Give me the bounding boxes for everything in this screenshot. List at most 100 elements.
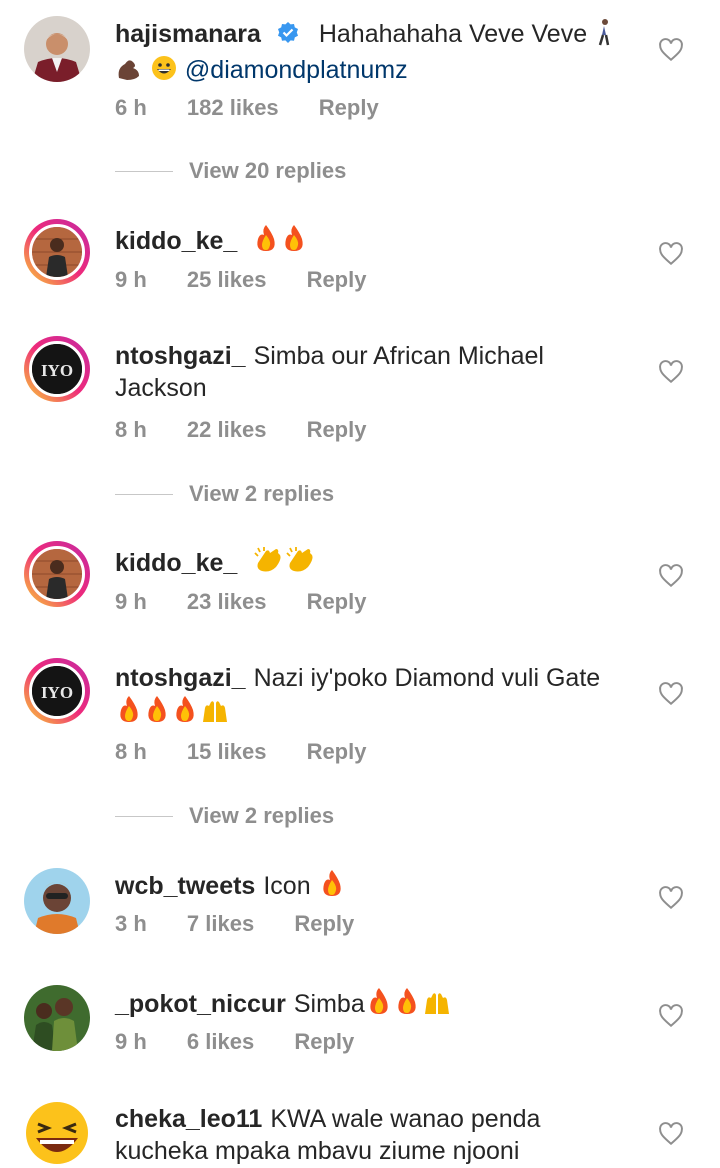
comment-meta: 9 h 6 likes Reply: [115, 1029, 388, 1055]
username[interactable]: wcb_tweets: [115, 872, 255, 900]
comment-time: 3 h: [115, 911, 147, 936]
heart-icon[interactable]: [658, 359, 684, 385]
comment-text: _pokot_niccur Simba: [115, 986, 635, 1024]
comment-time: 6 h: [115, 95, 147, 120]
heart-icon[interactable]: [658, 1003, 684, 1029]
reply-button[interactable]: Reply: [319, 95, 379, 120]
comment-body: Icon: [263, 872, 311, 900]
clapping-hands-emoji-icon: [252, 545, 284, 583]
comment-meta: 9 h 23 likes Reply: [115, 589, 400, 615]
comment-text: ntoshgazi_ Simba our African Michael Jack…: [115, 340, 635, 404]
fire-emoji-icon: [365, 986, 393, 1024]
comment-meta: 8 h 22 likes Reply: [115, 417, 400, 443]
divider-line: [115, 170, 173, 172]
avatar[interactable]: [24, 16, 90, 82]
heart-icon[interactable]: [658, 37, 684, 63]
heart-icon[interactable]: [658, 681, 684, 707]
likes-count[interactable]: 6 likes: [187, 1029, 254, 1054]
verified-badge-icon: [277, 22, 298, 43]
heart-icon[interactable]: [658, 885, 684, 911]
avatar[interactable]: [24, 985, 90, 1051]
comment-text: ntoshgazi_ Nazi iy'poko Diamond vuli Gate: [115, 662, 635, 732]
view-replies-label: View 2 replies: [189, 803, 335, 828]
reply-button[interactable]: Reply: [294, 911, 354, 936]
fire-emoji-icon: [115, 694, 143, 732]
heart-icon[interactable]: [658, 241, 684, 267]
likes-count[interactable]: 23 likes: [187, 589, 267, 614]
comment-time: 8 h: [115, 739, 147, 764]
iyo-label: IYO: [41, 361, 73, 380]
avatar-man-suit-image: [24, 16, 90, 82]
avatar[interactable]: [24, 868, 90, 934]
comment-body: Simba: [293, 990, 365, 1018]
divider-line: [115, 815, 173, 817]
comment-meta: 8 h 15 likes Reply: [115, 739, 400, 765]
username[interactable]: cheka_leo11: [115, 1105, 262, 1133]
comment-meta: 6 h 182 likes Reply: [115, 95, 413, 121]
likes-count[interactable]: 15 likes: [187, 739, 267, 764]
comment-meta: 9 h 25 likes Reply: [115, 267, 400, 293]
avatar-laughing-emoji-image: [24, 1100, 90, 1166]
avatar[interactable]: IYO: [24, 336, 90, 402]
avatar[interactable]: [24, 1100, 90, 1166]
fire-emoji-icon: [252, 223, 280, 261]
person-walking-emoji-icon: [594, 18, 614, 54]
reply-button[interactable]: Reply: [307, 739, 367, 764]
likes-count[interactable]: 25 likes: [187, 267, 267, 292]
view-replies-label: View 20 replies: [189, 158, 347, 183]
avatar-boy-brick-wall-image: [32, 549, 82, 599]
avatar-iyo-album-image: IYO: [32, 666, 82, 716]
comment-meta: 3 h 7 likes Reply: [115, 911, 388, 937]
username[interactable]: kiddo_ke_: [115, 549, 237, 577]
reply-button[interactable]: Reply: [307, 417, 367, 442]
username[interactable]: _pokot_niccur: [115, 990, 286, 1018]
avatar-iyo-album-image: IYO: [32, 344, 82, 394]
flexed-biceps-emoji-icon: [115, 56, 143, 90]
comment-text: kiddo_ke_: [115, 223, 635, 261]
likes-count[interactable]: 182 likes: [187, 95, 279, 120]
divider-line: [115, 493, 173, 495]
likes-count[interactable]: 22 likes: [187, 417, 267, 442]
heart-icon[interactable]: [658, 1121, 684, 1147]
avatar-boy-brick-wall-image: [32, 227, 82, 277]
iyo-label: IYO: [41, 683, 73, 702]
clapping-hands-emoji-icon: [284, 545, 316, 583]
fire-emoji-icon: [143, 694, 171, 732]
comment-time: 8 h: [115, 417, 147, 442]
avatar[interactable]: IYO: [24, 658, 90, 724]
avatar-man-sunglasses-image: [24, 868, 90, 934]
grinning-face-emoji-icon: [150, 54, 178, 90]
likes-count[interactable]: 7 likes: [187, 911, 254, 936]
avatar-group-green-image: [24, 985, 90, 1051]
comment-text: hajismanara Hahahahaha Veve Veve @diamon…: [115, 18, 635, 90]
comment-time: 9 h: [115, 267, 147, 292]
view-replies-button[interactable]: View 20 replies: [115, 158, 346, 184]
reply-button[interactable]: Reply: [294, 1029, 354, 1054]
username[interactable]: ntoshgazi_: [115, 664, 246, 692]
comment-body: Nazi iy'poko Diamond vuli Gate: [253, 664, 601, 692]
fire-emoji-icon: [171, 694, 199, 732]
avatar[interactable]: [24, 541, 90, 607]
reply-button[interactable]: Reply: [307, 267, 367, 292]
fire-emoji-icon: [393, 986, 421, 1024]
reply-button[interactable]: Reply: [307, 589, 367, 614]
username[interactable]: ntoshgazi_: [115, 342, 246, 370]
username[interactable]: kiddo_ke_: [115, 227, 237, 255]
fire-emoji-icon: [318, 868, 346, 906]
comment-body: Hahahahaha Veve Veve: [318, 20, 588, 48]
mention-link[interactable]: @diamondplatnumz: [185, 56, 408, 84]
view-replies-label: View 2 replies: [189, 481, 335, 506]
comment-text: kiddo_ke_: [115, 545, 635, 583]
raising-hands-emoji-icon: [199, 696, 231, 732]
username[interactable]: hajismanara: [115, 20, 261, 48]
view-replies-button[interactable]: View 2 replies: [115, 803, 334, 829]
comment-text: wcb_tweets Icon: [115, 868, 635, 906]
avatar[interactable]: [24, 219, 90, 285]
raising-hands-emoji-icon: [421, 988, 453, 1024]
fire-emoji-icon: [280, 223, 308, 261]
heart-icon[interactable]: [658, 563, 684, 589]
comment-time: 9 h: [115, 589, 147, 614]
comment-time: 9 h: [115, 1029, 147, 1054]
view-replies-button[interactable]: View 2 replies: [115, 481, 334, 507]
comment-text: cheka_leo11 KWA wale wanao penda kucheka …: [115, 1103, 635, 1167]
